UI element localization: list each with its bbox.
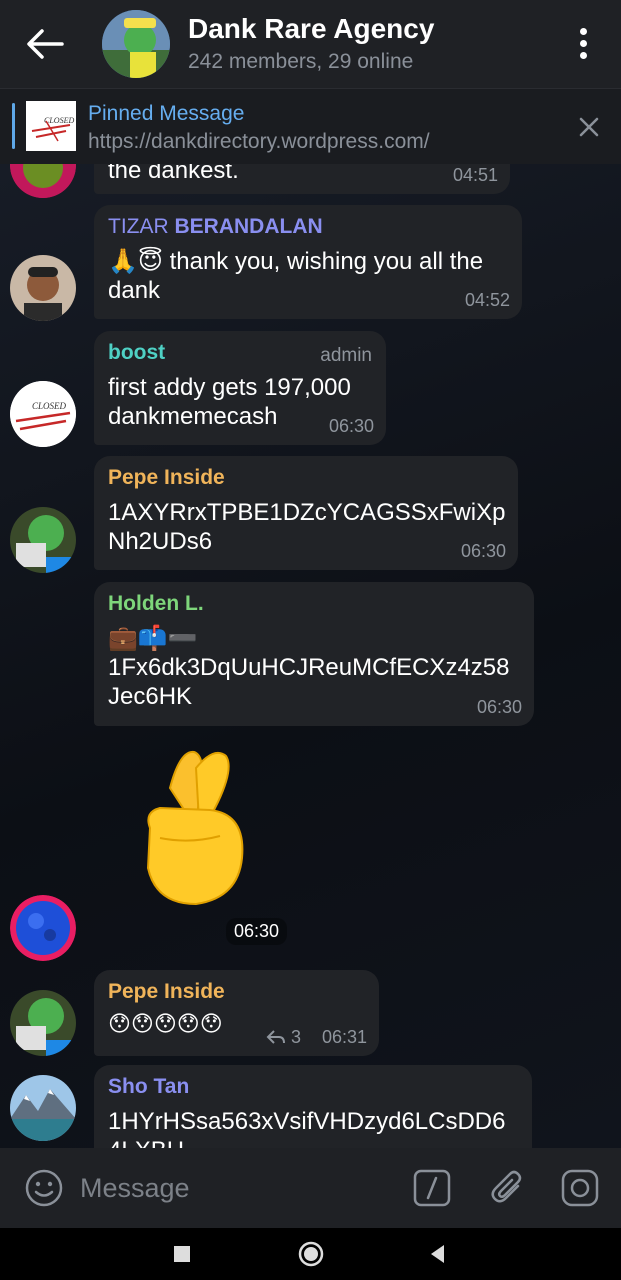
close-icon[interactable] bbox=[574, 112, 604, 142]
user-avatar[interactable] bbox=[10, 990, 76, 1056]
chat-header: Dank Rare Agency 242 members, 29 online bbox=[0, 0, 621, 88]
message-time: 04:51 bbox=[452, 165, 498, 185]
message-bubble[interactable]: Sho Tan 1HYrHSsa563xVsifVHDzyd6LCsDD6 4L… bbox=[94, 1065, 532, 1148]
group-avatar[interactable] bbox=[102, 10, 170, 78]
message-time: 06:30 bbox=[328, 416, 374, 436]
user-avatar[interactable] bbox=[10, 507, 76, 573]
message-text: 1Fx6dk3DqUuHCJReuMCfECXz4z58 bbox=[108, 654, 510, 681]
message-time: 06:30 bbox=[460, 541, 506, 561]
emoji-icon[interactable] bbox=[24, 1168, 64, 1208]
message-text: 1AXYRrxTPBE1DZcYCAGSSxFwiXp bbox=[108, 499, 506, 526]
message-list[interactable]: the dankest. 04:51 TIZAR BERANDALAN 🙏😇 t… bbox=[0, 164, 621, 1148]
home-icon[interactable] bbox=[297, 1240, 325, 1268]
sender-name[interactable]: Pepe Inside bbox=[108, 466, 504, 490]
message-text-line2: Nh2UDs6 bbox=[108, 528, 213, 555]
bot-command-icon[interactable] bbox=[412, 1168, 452, 1208]
attach-icon[interactable] bbox=[488, 1168, 528, 1208]
message-bubble[interactable]: TIZAR BERANDALAN 🙏😇 thank you, wishing y… bbox=[94, 205, 522, 319]
message-composer: Message bbox=[0, 1148, 621, 1228]
message-text: the dankest. bbox=[108, 164, 239, 184]
message-text-line2: Jec6HK bbox=[108, 683, 193, 710]
user-avatar[interactable] bbox=[10, 1075, 76, 1141]
message-bubble[interactable]: Pepe Inside 😯😯😯😯😯 3 06:31 bbox=[94, 970, 379, 1056]
user-avatar[interactable]: CLOSED bbox=[10, 381, 76, 447]
back-arrow-icon[interactable] bbox=[22, 26, 66, 62]
chat-subtitle: 242 members, 29 online bbox=[188, 50, 414, 73]
reply-count[interactable]: 3 bbox=[266, 1027, 301, 1048]
pinned-url[interactable]: https://dankdirectory.wordpress.com/ bbox=[88, 130, 430, 154]
sticker[interactable] bbox=[130, 748, 260, 908]
pinned-message-bar[interactable]: CLOSED Pinned Message https://dankdirect… bbox=[0, 88, 621, 164]
message-bubble[interactable]: Pepe Inside 1AXYRrxTPBE1DZcYCAGSSxFwiXp … bbox=[94, 456, 518, 570]
message-text: first addy gets 197,000 bbox=[108, 374, 351, 401]
recents-icon[interactable] bbox=[168, 1240, 196, 1268]
message-text-line2: 4LXBH bbox=[108, 1136, 518, 1148]
more-menu-icon[interactable] bbox=[566, 24, 600, 64]
user-avatar[interactable] bbox=[10, 255, 76, 321]
user-avatar[interactable] bbox=[10, 164, 76, 198]
pinned-label: Pinned Message bbox=[88, 102, 245, 125]
svg-text:CLOSED: CLOSED bbox=[44, 116, 74, 125]
message-bubble[interactable]: boost admin first addy gets 197,000 dank… bbox=[94, 331, 386, 445]
message-bubble[interactable]: the dankest. 04:51 bbox=[94, 164, 510, 194]
message-text-line2: dank bbox=[108, 277, 161, 304]
svg-text:CLOSED: CLOSED bbox=[32, 401, 67, 411]
sender-name[interactable]: Holden L. bbox=[108, 592, 520, 616]
message-input[interactable]: Message bbox=[80, 1173, 190, 1204]
admin-badge: admin bbox=[320, 345, 372, 366]
reply-icon bbox=[266, 1030, 285, 1044]
pinned-accent-bar bbox=[12, 103, 15, 149]
message-emoji: 💼📫➖ bbox=[108, 624, 198, 652]
message-time: 06:30 bbox=[226, 918, 288, 945]
message-time: 04:52 bbox=[464, 290, 510, 310]
user-avatar[interactable] bbox=[10, 895, 76, 961]
message-text: 1HYrHSsa563xVsifVHDzyd6LCsDD6 bbox=[108, 1108, 506, 1135]
system-nav-bar bbox=[0, 1228, 621, 1280]
message-time: 06:30 bbox=[476, 697, 522, 717]
message-bubble[interactable]: Holden L. 💼📫➖ 1Fx6dk3DqUuHCJReuMCfECXz4z… bbox=[94, 582, 534, 726]
camera-icon[interactable] bbox=[560, 1168, 600, 1208]
chat-title[interactable]: Dank Rare Agency bbox=[188, 13, 434, 45]
sender-name[interactable]: Pepe Inside bbox=[108, 980, 365, 1004]
sender-name[interactable]: Sho Tan bbox=[108, 1075, 518, 1099]
message-time: 06:31 bbox=[321, 1027, 367, 1047]
sender-name[interactable]: TIZAR BERANDALAN bbox=[108, 215, 508, 239]
back-nav-icon[interactable] bbox=[424, 1240, 452, 1268]
message-text: 🙏😇 thank you, wishing you all the bbox=[108, 247, 484, 275]
pinned-thumbnail: CLOSED bbox=[26, 101, 76, 151]
